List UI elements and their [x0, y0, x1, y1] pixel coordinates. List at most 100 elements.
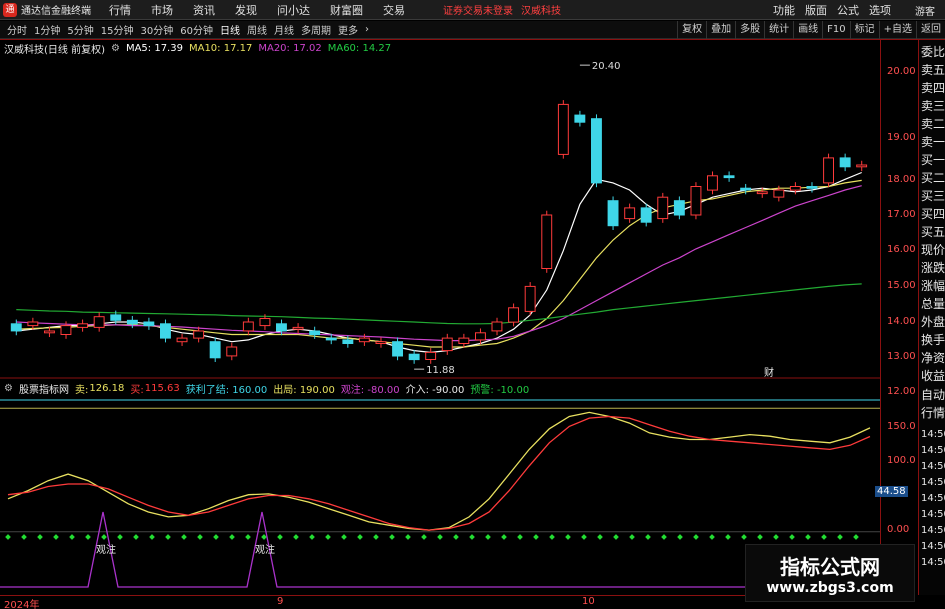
price-tick: 17.00: [887, 209, 916, 220]
rp-item[interactable]: 买一: [921, 153, 945, 167]
date-label: 2024年: [4, 600, 40, 609]
rp-item[interactable]: 卖二: [921, 117, 945, 131]
candle-body: [209, 341, 221, 359]
candle-body: [591, 118, 602, 184]
sub-axis-tick: 150.0: [887, 421, 916, 432]
candle-body: [309, 330, 321, 336]
rp-time: 14:50: [921, 445, 945, 456]
candle-body: [226, 346, 238, 357]
candle-body: [292, 326, 304, 330]
candle-body: [77, 323, 88, 328]
signal-dot: [741, 534, 747, 540]
signal-dot: [197, 534, 203, 540]
signal-dot: [277, 534, 283, 540]
rp-item[interactable]: 收益: [921, 369, 945, 383]
rp-item[interactable]: 卖一: [921, 135, 945, 149]
indicator-settings-icon[interactable]: ⚙: [4, 383, 13, 394]
rp-item[interactable]: 外盘: [921, 315, 945, 329]
rp-item[interactable]: 行情: [921, 406, 945, 420]
ma60-label: MA60: 14.27: [327, 42, 392, 54]
signal-dot: [245, 534, 251, 540]
high-price-label: 20.40: [592, 61, 621, 72]
candle-body: [259, 318, 271, 327]
signal-dot: [165, 534, 171, 540]
price-axis: 20.00 19.00 18.00 17.00 16.00 15.00 14.0…: [875, 40, 918, 595]
date-label: 9: [277, 596, 284, 607]
alert-label: 预警: -10.00: [470, 384, 530, 396]
buy-value: 115.63: [144, 382, 180, 394]
rp-item[interactable]: 卖四: [921, 81, 945, 95]
signal-dot: [149, 534, 155, 540]
candle-body: [491, 321, 503, 332]
candle-body: [27, 321, 39, 327]
stock-name: 汉威科技(日线 前复权): [4, 44, 105, 56]
rp-item[interactable]: 买五: [921, 225, 945, 239]
signal-dot: [677, 534, 683, 540]
rp-item[interactable]: 涨跌: [921, 261, 945, 275]
price-tick: 13.00: [887, 351, 916, 362]
enter-label: 介入: -90.00: [405, 384, 465, 396]
rp-item[interactable]: 买四: [921, 207, 945, 221]
rp-item[interactable]: 涨幅: [921, 279, 945, 293]
rp-item[interactable]: 现价: [921, 243, 945, 257]
finance-flag: 财: [764, 366, 774, 379]
candle-body: [707, 175, 718, 191]
quote-side-panel: 委比 卖五 卖四 卖三 卖二 卖一 买一 买二 买三 买四 买五 现价 涨跌 涨…: [918, 40, 945, 595]
candle-body: [723, 175, 735, 179]
signal-dot: [773, 534, 779, 540]
signal-dot: [549, 534, 555, 540]
signal-dot: [69, 534, 75, 540]
sub-line-1: [7, 415, 871, 531]
rp-item[interactable]: 卖三: [921, 99, 945, 113]
ma-line-ma20: [16, 185, 862, 342]
signal-dot: [5, 534, 11, 540]
watch-label: 观注: [96, 543, 116, 556]
rp-item[interactable]: 买二: [921, 171, 945, 185]
signal-dot: [341, 534, 347, 540]
signal-dot: [517, 534, 523, 540]
exit-label: 出局: 190.00: [273, 384, 335, 396]
candle-body: [276, 323, 287, 332]
signal-dot: [661, 534, 667, 540]
signal-dot: [533, 534, 539, 540]
signal-dot: [357, 534, 363, 540]
candle-body: [823, 157, 834, 184]
candle-body: [60, 325, 72, 336]
candle-body: [756, 191, 768, 195]
candle-body: [657, 196, 669, 220]
rp-item[interactable]: 买三: [921, 189, 945, 203]
candle-body: [773, 189, 785, 198]
rp-item[interactable]: 委比: [921, 45, 945, 59]
rp-item[interactable]: 净资: [921, 351, 945, 365]
signal-dot: [789, 534, 795, 540]
price-tick: 18.00: [887, 174, 916, 185]
sub-axis-tick: 0.00: [887, 524, 910, 535]
ma20-label: MA20: 17.02: [258, 42, 322, 54]
indicator-name[interactable]: 股票指标网: [19, 381, 69, 396]
signal-dot: [405, 534, 411, 540]
signal-dot: [565, 534, 571, 540]
candle-body: [392, 341, 404, 357]
rp-item[interactable]: 总量: [921, 297, 945, 311]
rp-time: 14:50: [921, 541, 945, 552]
buy-label: 买:: [130, 384, 144, 396]
signal-dot: [613, 534, 619, 540]
candle-body: [126, 319, 138, 325]
signal-dot: [693, 534, 699, 540]
rp-item[interactable]: 换手: [921, 333, 945, 347]
signal-dot: [309, 534, 315, 540]
signal-dot: [389, 534, 395, 540]
price-tick: 14.00: [887, 316, 916, 327]
candle-body: [44, 330, 55, 334]
signal-dot: [469, 534, 475, 540]
watch-label: 观注: -80.00: [340, 384, 400, 396]
rp-item[interactable]: 卖五: [921, 63, 945, 77]
kline-chart[interactable]: 20.40 11.88 财观注 观注: [0, 0, 945, 609]
rp-item[interactable]: 自动: [921, 388, 945, 402]
rp-time: 14:50: [921, 461, 945, 472]
signal-dot: [117, 534, 123, 540]
profit-label: 获利了结: 160.00: [185, 384, 268, 396]
settings-icon[interactable]: ⚙: [111, 43, 120, 54]
signal-dot: [805, 534, 811, 540]
signal-dot: [133, 534, 139, 540]
